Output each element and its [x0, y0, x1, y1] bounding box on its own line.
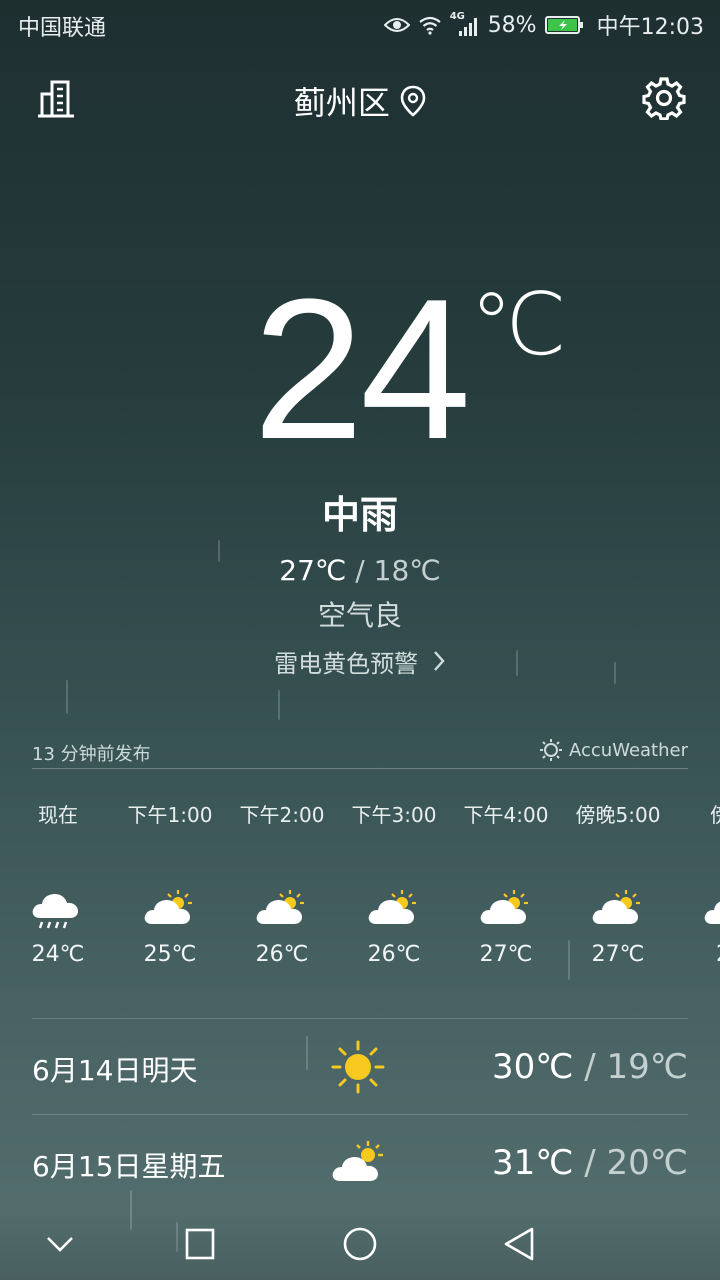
temperature-unit: ℃ — [470, 277, 567, 373]
published-time: 13 分钟前发布 — [32, 744, 151, 765]
hour-temp: 24℃ — [31, 942, 85, 967]
hourly-item: 现在 24℃ — [2, 800, 114, 967]
daily-forecast-row[interactable]: 6月15日星期五 31℃ / 20℃ — [32, 1114, 688, 1211]
day-low: 19℃ — [606, 1047, 688, 1087]
rain-streak — [278, 690, 280, 720]
daily-forecast-row[interactable]: 6月14日明天 30℃ / 19℃ — [32, 1018, 688, 1115]
day-temperatures: 31℃ / 20℃ — [492, 1143, 688, 1183]
air-quality[interactable]: 空气良 — [0, 594, 720, 634]
hourly-forecast[interactable]: 现在 24℃ 下午1:00 25℃ 下午2:00 26℃ 下午3:00 26℃ … — [0, 800, 720, 1000]
status-bar: 中国联通 4G 58% 中午12:03 — [0, 0, 720, 50]
hourly-item: 下午4:00 27℃ — [450, 800, 562, 967]
hour-temp: 26 — [674, 942, 720, 967]
chevron-down-icon[interactable] — [40, 1226, 80, 1262]
location-title[interactable]: 蓟州区 — [0, 78, 720, 124]
hour-temp: 26℃ — [255, 942, 309, 967]
hourly-item: 下午3:00 26℃ — [338, 800, 450, 967]
system-navigation-bar — [0, 1208, 720, 1280]
back-triangle-icon[interactable] — [500, 1226, 540, 1262]
hour-temp: 25℃ — [143, 942, 197, 967]
data-provider[interactable]: AccuWeather — [539, 738, 688, 762]
hourly-item: 傍晚5:00 27℃ — [562, 800, 674, 967]
status-icons: 4G 58% 中午12:03 — [383, 8, 704, 42]
battery-charging-icon — [544, 16, 583, 34]
partly-cloudy-icon — [592, 890, 640, 924]
app-header: 蓟州区 — [0, 60, 720, 140]
partly-cloudy-icon — [332, 1141, 383, 1181]
hour-temp: 26℃ — [367, 942, 421, 967]
partly-cloudy-icon — [704, 901, 720, 924]
day-label: 6月15日星期五 — [32, 1150, 226, 1183]
hourly-item: 傍晚 26 — [674, 800, 720, 967]
day-high: 30℃ — [492, 1047, 574, 1087]
hourly-item: 下午2:00 26℃ — [226, 800, 338, 967]
temperature-value: 24 — [252, 258, 471, 481]
rain-cloud-icon — [32, 894, 78, 929]
day-low: 20℃ — [606, 1143, 688, 1183]
eye-icon — [383, 18, 410, 32]
settings-gear-icon[interactable] — [642, 76, 686, 120]
temp-separator: / — [584, 1047, 596, 1087]
temp-separator: / — [584, 1143, 596, 1183]
partly-cloudy-icon — [144, 890, 192, 924]
warning-text: 雷电黄色预警 — [274, 650, 419, 678]
accuweather-sun-icon — [540, 739, 562, 761]
carrier-name: 中国联通 — [18, 16, 107, 41]
rain-streak — [66, 680, 68, 714]
day-label: 6月14日明天 — [32, 1054, 198, 1087]
day-high: 31℃ — [492, 1143, 574, 1183]
sun-icon — [331, 1040, 385, 1094]
partly-cloudy-icon — [256, 890, 304, 924]
hour-time: 下午3:00 — [351, 803, 437, 827]
hour-time: 下午2:00 — [239, 803, 325, 827]
high-temp: 27℃ — [279, 554, 347, 587]
location-pin-icon — [400, 85, 426, 117]
publish-info-row: 13 分钟前发布 AccuWeather — [32, 736, 688, 769]
hour-time: 现在 — [38, 803, 78, 827]
wifi-icon — [419, 16, 441, 35]
temp-separator: / — [355, 554, 365, 587]
clock: 中午12:03 — [596, 15, 704, 40]
provider-name: AccuWeather — [569, 739, 688, 761]
hour-time: 下午4:00 — [463, 803, 549, 827]
hourly-item: 下午1:00 25℃ — [114, 800, 226, 967]
home-circle-icon[interactable] — [340, 1226, 380, 1262]
location-name: 蓟州区 — [293, 84, 390, 122]
network-label: 4G — [450, 11, 480, 37]
low-temp: 18℃ — [373, 554, 441, 587]
weather-condition: 中雨 — [321, 493, 398, 537]
chevron-right-icon — [433, 651, 445, 671]
weather-warning-link[interactable]: 雷电黄色预警 — [0, 644, 720, 679]
partly-cloudy-icon — [480, 890, 528, 924]
day-temperatures: 30℃ / 19℃ — [492, 1047, 688, 1087]
battery-percent: 58% — [487, 12, 537, 38]
partly-cloudy-icon — [368, 890, 416, 924]
hour-temp: 27℃ — [591, 942, 645, 967]
hour-temp: 27℃ — [479, 942, 533, 967]
hour-time: 傍晚5:00 — [575, 803, 661, 827]
signal-icon — [458, 18, 477, 36]
current-temperature: 24 ℃ — [0, 270, 720, 470]
hour-time: 傍晚 — [674, 800, 720, 830]
recent-apps-square-icon[interactable] — [180, 1226, 220, 1262]
hour-time: 下午1:00 — [127, 803, 213, 827]
high-low-temperature: 27℃ / 18℃ — [0, 554, 720, 587]
